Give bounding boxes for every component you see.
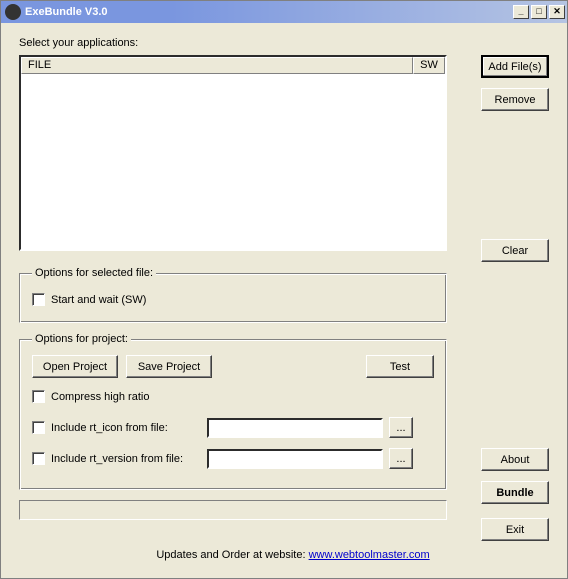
close-button[interactable]: ✕ [549,5,565,19]
titlebar: ExeBundle V3.0 _ □ ✕ [1,1,567,23]
add-files-button[interactable]: Add File(s) [481,55,549,78]
file-listview[interactable]: FILE SW [19,55,447,251]
version-path-input[interactable] [207,449,383,469]
include-icon-label: Include rt_icon from file: [51,422,201,434]
include-version-label: Include rt_version from file: [51,453,201,465]
window-title: ExeBundle V3.0 [25,6,511,18]
include-icon-checkbox[interactable] [32,421,45,434]
select-apps-label: Select your applications: [19,37,475,49]
group-selected-legend: Options for selected file: [32,267,156,279]
maximize-button[interactable]: □ [531,5,547,19]
icon-path-input[interactable] [207,418,383,438]
exit-button[interactable]: Exit [481,518,549,541]
group-project: Options for project: Open Project Save P… [19,333,447,490]
listview-header: FILE SW [21,57,445,74]
client-area: Select your applications: FILE SW Option… [1,23,567,565]
browse-version-button[interactable]: ... [389,448,413,469]
status-bar [19,500,447,520]
compress-checkbox[interactable] [32,390,45,403]
include-version-checkbox[interactable] [32,452,45,465]
test-button[interactable]: Test [366,355,434,378]
open-project-button[interactable]: Open Project [32,355,118,378]
footer-link[interactable]: www.webtoolmaster.com [309,549,430,561]
app-icon [5,4,21,20]
footer-text: Updates and Order at website: [156,549,308,561]
column-file[interactable]: FILE [21,57,413,74]
group-selected-file: Options for selected file: Start and wai… [19,267,447,323]
start-wait-checkbox[interactable] [32,293,45,306]
browse-icon-button[interactable]: ... [389,417,413,438]
column-sw[interactable]: SW [413,57,445,74]
app-window: ExeBundle V3.0 _ □ ✕ Select your applica… [0,0,568,579]
footer: Updates and Order at website: www.webtoo… [19,549,567,561]
compress-label: Compress high ratio [51,391,149,403]
group-project-legend: Options for project: [32,333,131,345]
save-project-button[interactable]: Save Project [126,355,212,378]
bundle-button[interactable]: Bundle [481,481,549,504]
minimize-button[interactable]: _ [513,5,529,19]
remove-button[interactable]: Remove [481,88,549,111]
clear-button[interactable]: Clear [481,239,549,262]
about-button[interactable]: About [481,448,549,471]
start-wait-label: Start and wait (SW) [51,294,146,306]
